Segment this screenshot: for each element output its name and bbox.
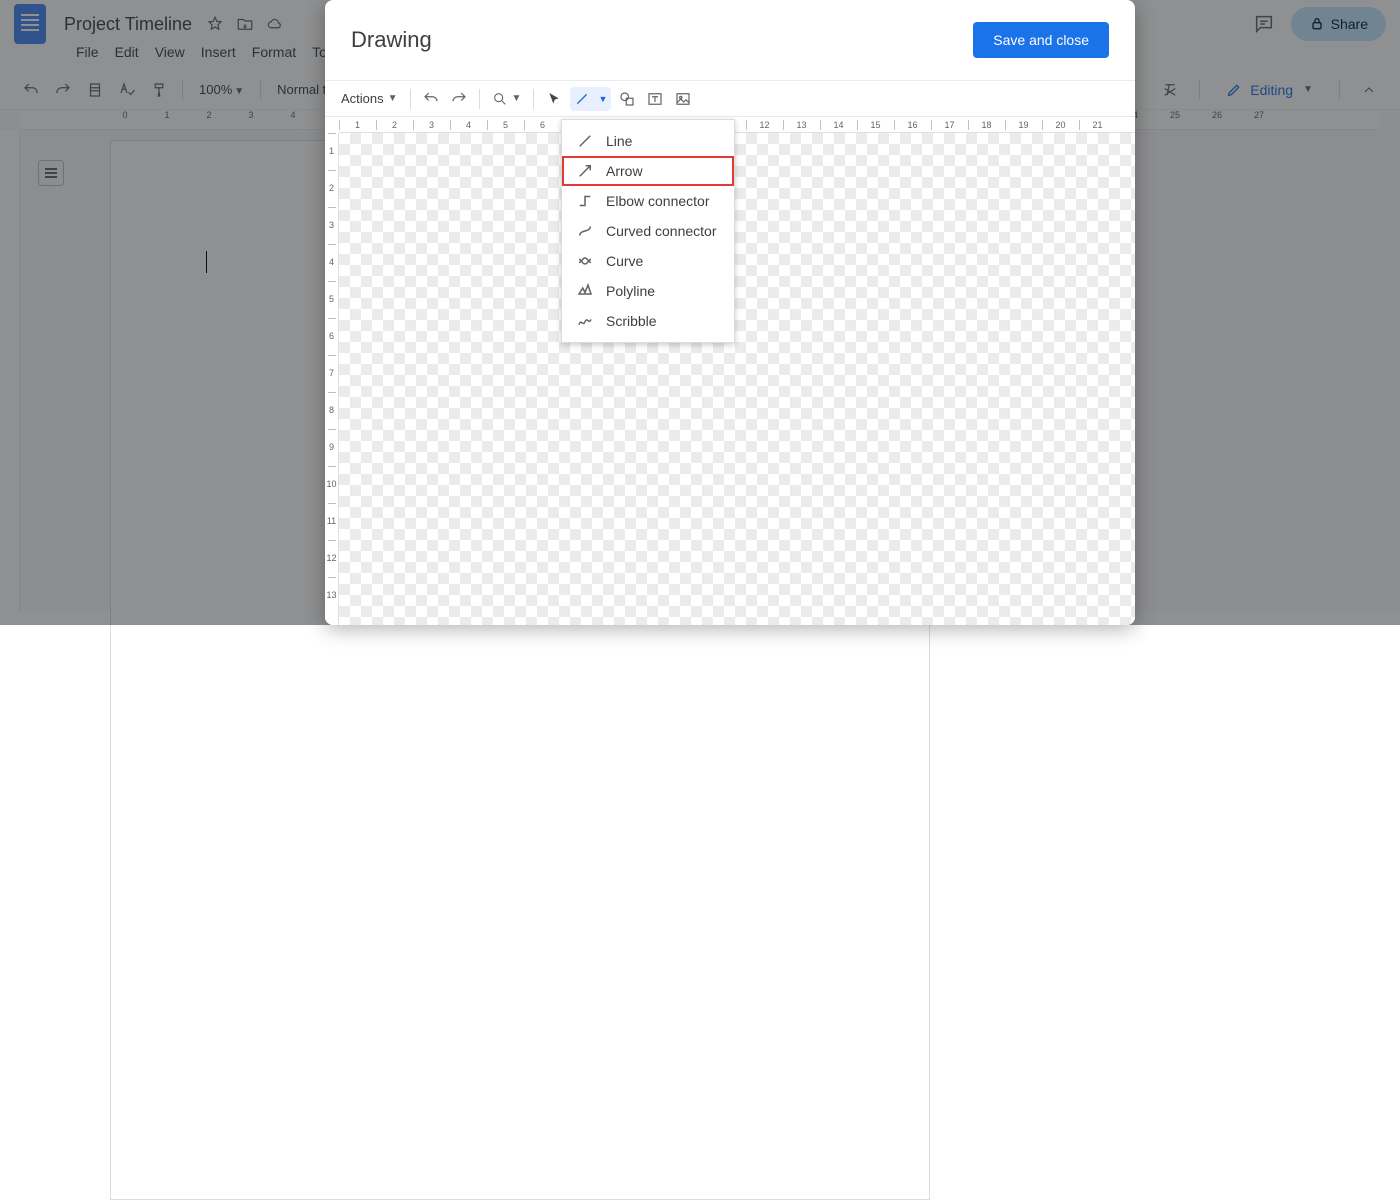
- line-menu-item-label: Elbow connector: [606, 193, 710, 209]
- drawing-toolbar: Actions▼ ▼ ▼: [325, 81, 1135, 117]
- select-tool[interactable]: [542, 87, 566, 111]
- h-ruler-tick: 15: [857, 117, 894, 132]
- h-ruler-tick: 16: [894, 117, 931, 132]
- drawing-undo-button[interactable]: [419, 87, 443, 111]
- h-ruler-tick: 2: [376, 117, 413, 132]
- save-and-close-button[interactable]: Save and close: [973, 22, 1109, 58]
- polyline-icon: [576, 282, 594, 300]
- h-ruler-tick: 20: [1042, 117, 1079, 132]
- h-ruler-tick: 17: [931, 117, 968, 132]
- modal-title: Drawing: [351, 27, 432, 53]
- line-type-menu: Line Arrow Elbow connector Curved connector…: [561, 119, 735, 343]
- h-ruler-tick: 12: [746, 117, 783, 132]
- line-menu-item-line[interactable]: Line: [562, 126, 734, 156]
- line-tool-split-button[interactable]: ▼: [570, 87, 611, 111]
- line-menu-item-label: Scribble: [606, 313, 657, 329]
- shape-tool[interactable]: [615, 87, 639, 111]
- h-ruler-tick: 14: [820, 117, 857, 132]
- v-ruler-tick: 3: [325, 207, 338, 244]
- curved-icon: [576, 222, 594, 240]
- textbox-tool[interactable]: [643, 87, 667, 111]
- line-menu-item-curve[interactable]: Curve: [562, 246, 734, 276]
- line-menu-item-label: Line: [606, 133, 632, 149]
- drawing-v-ruler: 12345678910111213: [325, 133, 339, 625]
- h-ruler-tick: 6: [524, 117, 561, 132]
- h-ruler-tick: 4: [450, 117, 487, 132]
- line-menu-item-polyline[interactable]: Polyline: [562, 276, 734, 306]
- line-tool-icon[interactable]: [570, 87, 594, 111]
- v-ruler-tick: 5: [325, 281, 338, 318]
- v-ruler-tick: 8: [325, 392, 338, 429]
- h-ruler-tick: 3: [413, 117, 450, 132]
- v-ruler-tick: 1: [325, 133, 338, 170]
- scribble-icon: [576, 312, 594, 330]
- line-menu-item-scribble[interactable]: Scribble: [562, 306, 734, 336]
- v-ruler-tick: 12: [325, 540, 338, 577]
- actions-menu-button[interactable]: Actions▼: [337, 89, 402, 108]
- curve-icon: [576, 252, 594, 270]
- line-menu-item-arrow[interactable]: Arrow: [562, 156, 734, 186]
- h-ruler-tick: 1: [339, 117, 376, 132]
- v-ruler-tick: 4: [325, 244, 338, 281]
- drawing-redo-button[interactable]: [447, 87, 471, 111]
- line-menu-item-label: Curved connector: [606, 223, 717, 239]
- zoom-tool[interactable]: ▼: [488, 89, 526, 109]
- drawing-h-ruler: 123456789101112131415161718192021: [339, 117, 1135, 133]
- line-menu-item-label: Polyline: [606, 283, 655, 299]
- v-ruler-tick: 9: [325, 429, 338, 466]
- h-ruler-tick: 5: [487, 117, 524, 132]
- arrow-icon: [576, 162, 594, 180]
- h-ruler-tick: 18: [968, 117, 1005, 132]
- h-ruler-tick: 21: [1079, 117, 1116, 132]
- v-ruler-tick: 2: [325, 170, 338, 207]
- h-ruler-tick: 19: [1005, 117, 1042, 132]
- v-ruler-tick: 11: [325, 503, 338, 540]
- drawing-canvas[interactable]: [339, 133, 1135, 625]
- v-ruler-tick: 10: [325, 466, 338, 503]
- line-icon: [576, 132, 594, 150]
- v-ruler-tick: 7: [325, 355, 338, 392]
- line-menu-item-label: Arrow: [606, 163, 643, 179]
- image-tool[interactable]: [671, 87, 695, 111]
- v-ruler-tick: 13: [325, 577, 338, 614]
- modal-header: Drawing Save and close: [325, 0, 1135, 81]
- line-menu-item-curved[interactable]: Curved connector: [562, 216, 734, 246]
- v-ruler-tick: 6: [325, 318, 338, 355]
- line-menu-item-elbow[interactable]: Elbow connector: [562, 186, 734, 216]
- h-ruler-tick: 13: [783, 117, 820, 132]
- line-menu-item-label: Curve: [606, 253, 643, 269]
- line-tool-dropdown-caret[interactable]: ▼: [594, 94, 611, 104]
- elbow-icon: [576, 192, 594, 210]
